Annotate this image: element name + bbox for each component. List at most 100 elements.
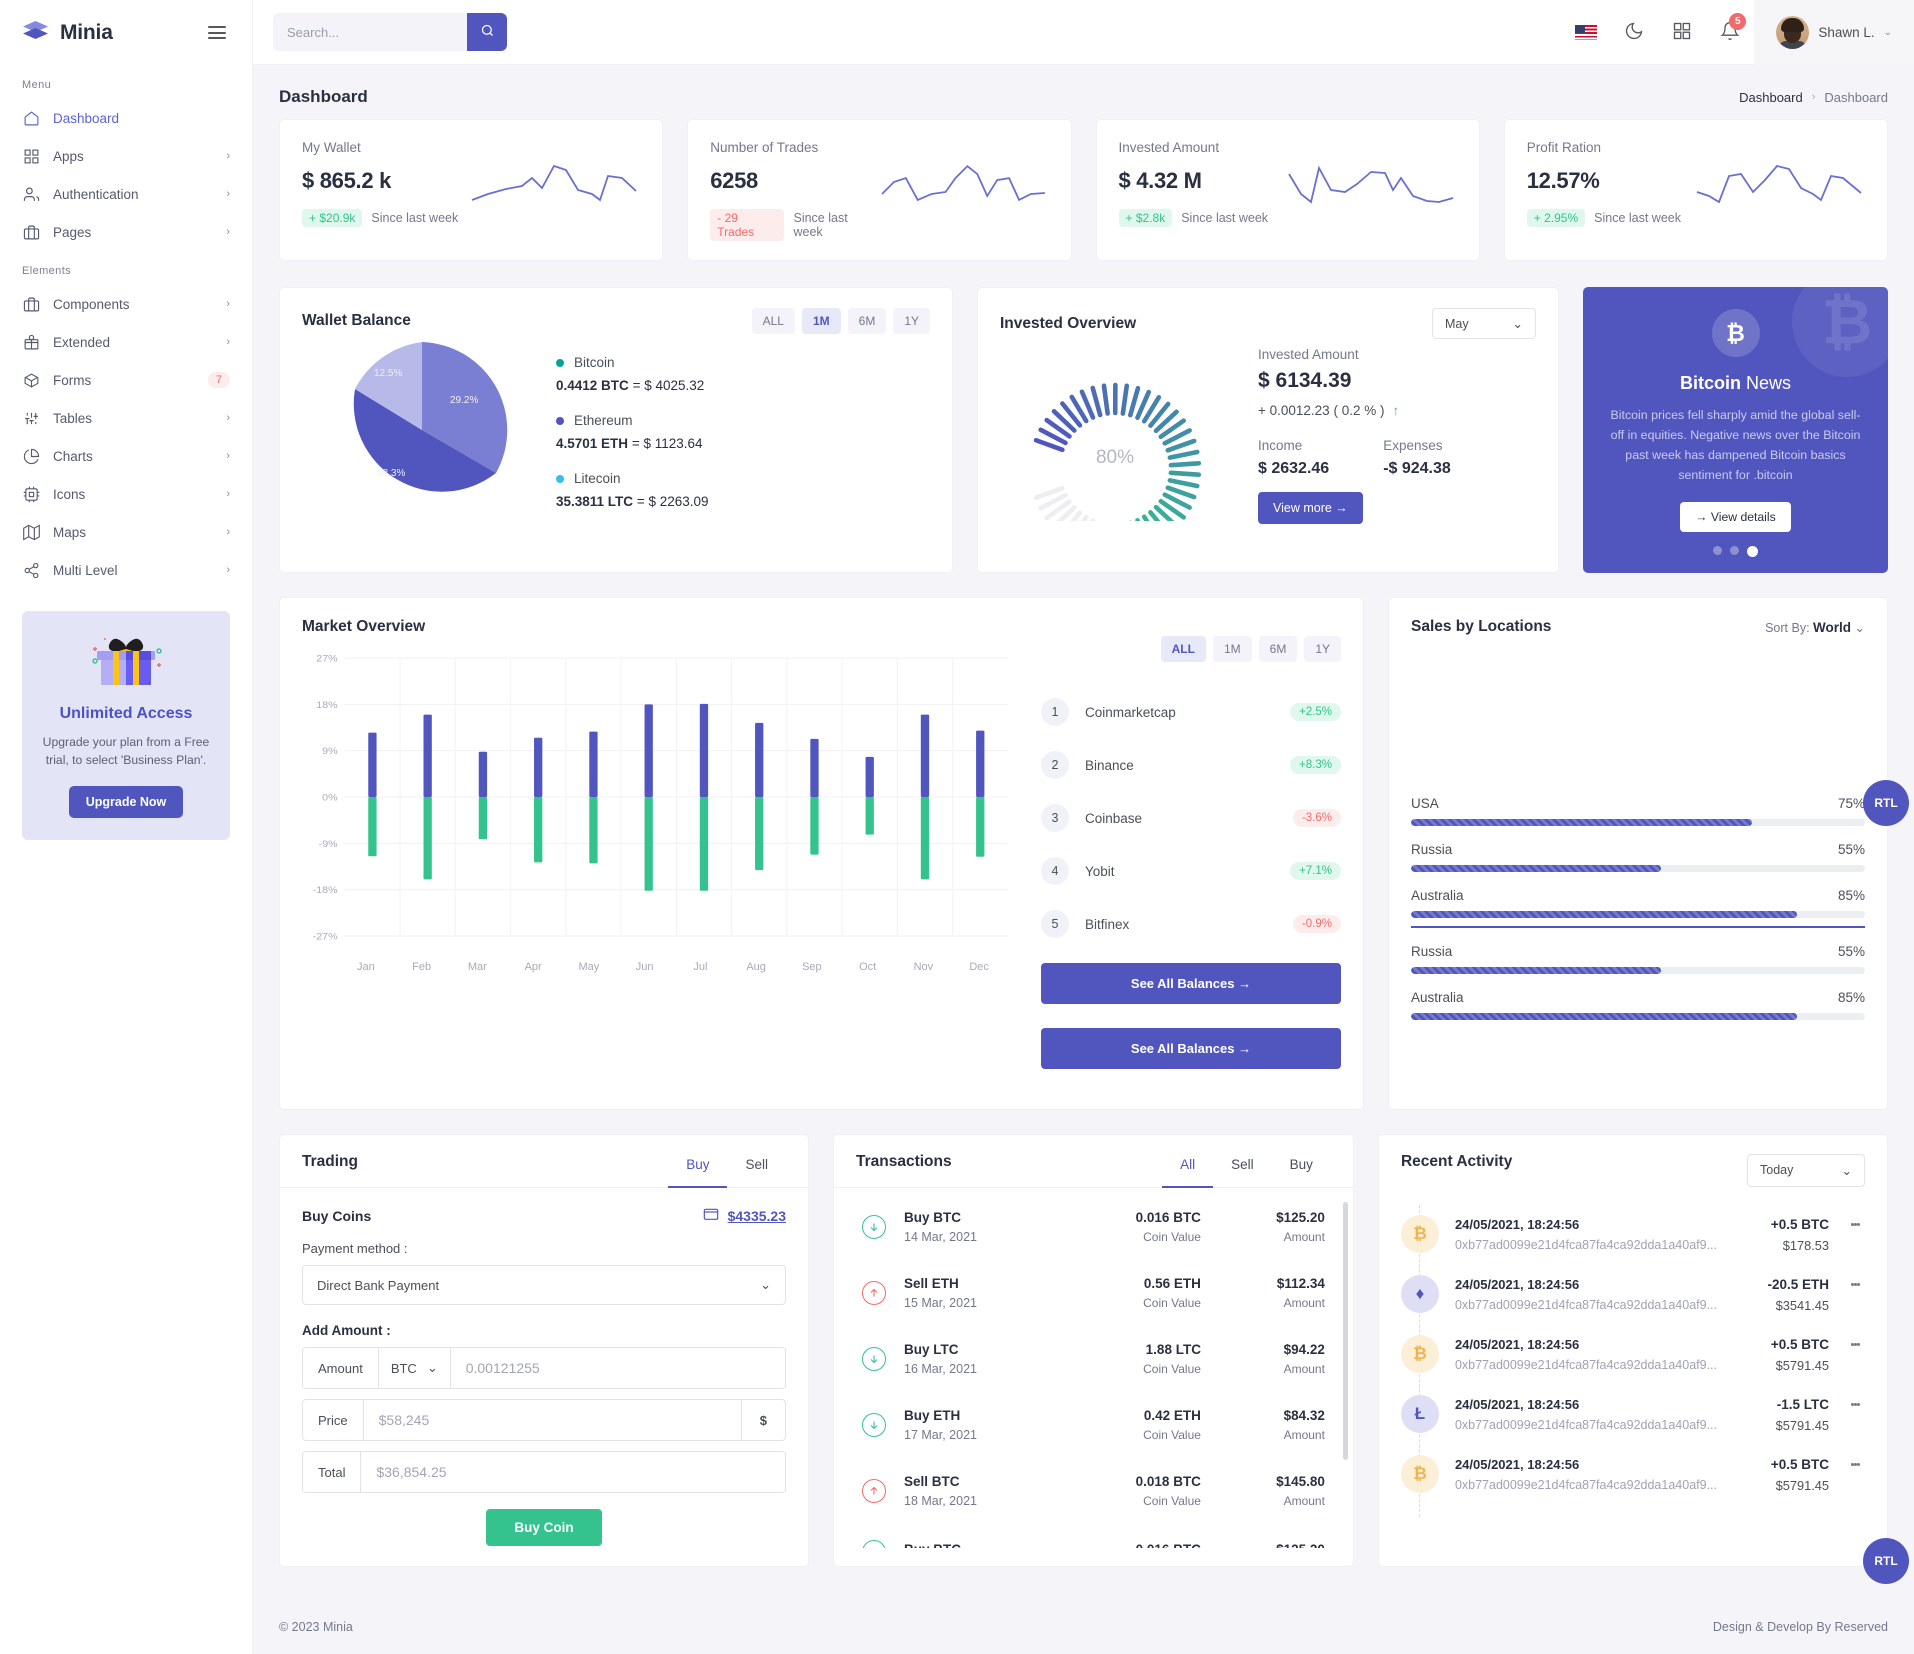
rtl-toggle-button-bottom[interactable]: RTL	[1863, 1538, 1909, 1585]
sidebar-item-dashboard[interactable]: Dashboard	[0, 99, 252, 137]
sort-by-value: World	[1813, 619, 1852, 635]
content: My Wallet $ 865.2 k + $20.9k Since last …	[253, 119, 1914, 1600]
transaction-row[interactable]: Sell BTC 18 Mar, 2021 0.018 BTC Coin Val…	[834, 1458, 1353, 1524]
range-all-button[interactable]: ALL	[751, 308, 795, 334]
sidebar-item-apps[interactable]: Apps ›	[0, 137, 252, 175]
price-input[interactable]	[363, 1400, 741, 1441]
payment-method-label: Payment method :	[302, 1241, 408, 1257]
total-input[interactable]	[361, 1452, 785, 1493]
market-range-1y-button[interactable]: 1Y	[1304, 636, 1341, 663]
tab-sell[interactable]: Sell	[1213, 1153, 1272, 1188]
activity-filter-select[interactable]: Today ⌄	[1747, 1153, 1865, 1187]
exchange-row[interactable]: 5 Bitfinex -0.9%	[1041, 910, 1341, 939]
sidebar-item-forms[interactable]: Forms 7	[0, 361, 252, 399]
range-6m-button[interactable]: 6M	[847, 308, 887, 334]
avatar	[1776, 15, 1810, 49]
sidebar-item-label: Components	[53, 296, 130, 312]
see-all-balances-button-2[interactable]: See All Balances →	[1041, 1028, 1341, 1070]
card-title: Wallet Balance	[302, 312, 411, 329]
x-axis-tick: Jul	[693, 961, 708, 974]
stat-cards-row: My Wallet $ 865.2 k + $20.9k Since last …	[279, 119, 1888, 261]
carousel-dot[interactable]	[1713, 546, 1722, 556]
view-details-button[interactable]: → View details	[1680, 502, 1791, 533]
market-range-all-button[interactable]: ALL	[1160, 636, 1206, 663]
sidebar-item-extended[interactable]: Extended ›	[0, 323, 252, 361]
tab-buy[interactable]: Buy	[1272, 1153, 1331, 1188]
apps-menu-button[interactable]	[1658, 0, 1706, 65]
tab-all[interactable]: All	[1162, 1153, 1214, 1189]
theme-toggle-button[interactable]	[1610, 0, 1658, 65]
sidebar-item-maps[interactable]: Maps ›	[0, 513, 252, 551]
transaction-row[interactable]: Buy BTC 0.016 BTC $125.20	[834, 1524, 1353, 1549]
exchange-change-badge: -0.9%	[1292, 915, 1341, 934]
promo-title: Unlimited Access	[59, 705, 193, 722]
share-icon	[22, 561, 40, 579]
currency-select[interactable]: BTC ⌄	[379, 1348, 451, 1389]
sidebar-item-tables[interactable]: Tables ›	[0, 399, 252, 437]
cpu-icon	[22, 485, 40, 503]
transaction-row[interactable]: Sell ETH 15 Mar, 2021 0.56 ETH Coin Valu…	[834, 1260, 1353, 1326]
tab-buy[interactable]: Buy	[668, 1153, 728, 1189]
activity-row[interactable]: ₿ 24/05/2021, 18:24:56 0xb77ad0099e21d4f…	[1400, 1205, 1865, 1278]
rtl-toggle-button-top[interactable]: RTL	[1863, 780, 1909, 827]
brand-left: Minia	[22, 19, 113, 46]
x-axis-tick: Apr	[524, 961, 542, 974]
more-options-icon[interactable]	[1845, 1275, 1865, 1287]
exchange-row[interactable]: 4 Yobit +7.1%	[1041, 857, 1341, 886]
more-options-icon[interactable]	[1845, 1215, 1865, 1227]
coin-value-label: Coin Value	[1143, 1494, 1201, 1509]
range-1m-button[interactable]: 1M	[801, 308, 841, 334]
chevron-down-icon: ⌄	[426, 1360, 438, 1376]
more-options-icon[interactable]	[1845, 1395, 1865, 1407]
tab-sell[interactable]: Sell	[727, 1153, 786, 1188]
svg-text:18%: 18%	[316, 701, 338, 711]
buy-coin-button[interactable]: Buy Coin	[486, 1509, 602, 1547]
transaction-main: Buy LTC 16 Mar, 2021	[904, 1342, 1077, 1376]
wallet-balance-display[interactable]: $4335.23	[703, 1206, 786, 1225]
exchange-row[interactable]: 1 Coinmarketcap +2.5%	[1041, 698, 1341, 727]
carousel-dot-active[interactable]	[1747, 546, 1758, 558]
sort-by-control[interactable]: Sort By: World ⌄	[1765, 620, 1865, 635]
sidebar-item-icons[interactable]: Icons ›	[0, 475, 252, 513]
transaction-date: 14 Mar, 2021	[904, 1230, 977, 1245]
sidebar-item-pages[interactable]: Pages ›	[0, 213, 252, 251]
activity-row[interactable]: Ł 24/05/2021, 18:24:56 0xb77ad0099e21d4f…	[1400, 1385, 1865, 1458]
see-all-balances-button-1[interactable]: See All Balances →	[1041, 963, 1341, 1005]
view-more-button[interactable]: View more →	[1258, 492, 1363, 524]
transaction-row[interactable]: Buy LTC 16 Mar, 2021 1.88 LTC Coin Value…	[834, 1326, 1353, 1392]
transaction-amount-col: $145.80 Amount	[1219, 1474, 1325, 1508]
more-options-icon[interactable]	[1845, 1455, 1865, 1467]
notifications-button[interactable]: 5	[1706, 0, 1754, 65]
transaction-row[interactable]: Buy ETH 17 Mar, 2021 0.42 ETH Coin Value…	[834, 1392, 1353, 1458]
more-options-icon[interactable]	[1845, 1335, 1865, 1347]
carousel-dot[interactable]	[1730, 546, 1739, 556]
exchange-row[interactable]: 2 Binance +8.3%	[1041, 751, 1341, 780]
amount-input[interactable]	[450, 1348, 785, 1389]
activity-row[interactable]: ₿ 24/05/2021, 18:24:56 0xb77ad0099e21d4f…	[1400, 1325, 1865, 1398]
breadcrumb-parent[interactable]: Dashboard	[1739, 90, 1803, 105]
transactions-scrollbar[interactable]	[1342, 1202, 1348, 1461]
stat-text: Number of Trades 6258 - 29 Trades Since …	[710, 140, 879, 241]
activity-row[interactable]: ₿ 24/05/2021, 18:24:56 0xb77ad0099e21d4f…	[1400, 1445, 1865, 1518]
activity-row[interactable]: ♦ 24/05/2021, 18:24:56 0xb77ad0099e21d4f…	[1400, 1265, 1865, 1338]
transaction-row[interactable]: Buy BTC 14 Mar, 2021 0.016 BTC Coin Valu…	[834, 1194, 1353, 1260]
payment-method-select[interactable]: Direct Bank Payment ⌄	[302, 1265, 786, 1306]
sidebar-item-charts[interactable]: Charts ›	[0, 437, 252, 475]
search-button[interactable]	[467, 13, 507, 51]
sidebar-item-components[interactable]: Components ›	[0, 285, 252, 323]
sparkline-chart	[1287, 165, 1453, 204]
sidebar-item-authentication[interactable]: Authentication ›	[0, 175, 252, 213]
month-select[interactable]: May ⌄	[1432, 308, 1536, 339]
sidebar-item-multi-level[interactable]: Multi Level ›	[0, 551, 252, 589]
range-1y-button[interactable]: 1Y	[893, 308, 930, 334]
language-selector[interactable]	[1562, 0, 1610, 65]
market-range-1m-button[interactable]: 1M	[1212, 636, 1252, 663]
exchange-row[interactable]: 3 Coinbase -3.6%	[1041, 804, 1341, 833]
user-menu[interactable]: Shawn L. ⌄	[1754, 0, 1914, 65]
search-input[interactable]	[273, 13, 467, 51]
hamburger-icon[interactable]	[204, 22, 230, 43]
activity-filter-value: Today	[1760, 1163, 1794, 1178]
market-range-6m-button[interactable]: 6M	[1258, 636, 1298, 663]
stat-label: Invested Amount	[1118, 140, 1220, 155]
upgrade-now-button[interactable]: Upgrade Now	[68, 785, 184, 818]
